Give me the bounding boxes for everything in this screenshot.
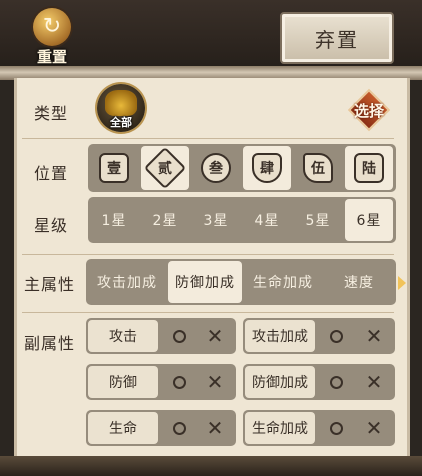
include-option[interactable] — [317, 412, 355, 444]
exclude-option[interactable]: ✕ — [196, 366, 234, 398]
main-attr-option-attack[interactable]: 攻击加成 — [88, 261, 166, 303]
include-option[interactable] — [317, 320, 355, 352]
exclude-option[interactable]: ✕ — [355, 320, 393, 352]
star-option-2[interactable]: 2星 — [141, 199, 189, 241]
sub-attr-name: 生命加成 — [245, 412, 315, 444]
sub-attr-row-right: 防御加成 ✕ — [243, 364, 395, 400]
sub-attr-row-left: 生命 ✕ — [86, 410, 236, 446]
exclude-option[interactable]: ✕ — [196, 412, 234, 444]
star-option-6[interactable]: 6星 — [345, 199, 393, 241]
stars-group: 1星 2星 3星 4星 5星 6星 — [88, 197, 396, 243]
divider — [22, 312, 394, 313]
position-option-6[interactable]: 陆 — [345, 146, 393, 190]
circle-icon — [172, 421, 186, 435]
sub-attr-row-right: 生命加成 ✕ — [243, 410, 395, 446]
include-option[interactable] — [160, 366, 198, 398]
sub-attr-label: 副属性 — [24, 334, 76, 353]
main-attr-option-speed[interactable]: 速度 — [324, 261, 394, 303]
position-badge-5: 伍 — [303, 153, 333, 183]
discard-button[interactable]: 弃置 — [280, 12, 394, 64]
star-option-1[interactable]: 1星 — [90, 199, 138, 241]
cross-icon: ✕ — [206, 416, 224, 440]
type-current-label: 全部 — [110, 116, 132, 129]
select-label: 选择 — [353, 101, 384, 120]
include-option[interactable] — [160, 412, 198, 444]
shikigami-icon — [105, 90, 137, 116]
sub-attr-name: 攻击 — [88, 320, 158, 352]
position-group: 壹 贰 叁 肆 伍 陆 — [88, 144, 396, 192]
star-option-3[interactable]: 3星 — [192, 199, 240, 241]
circle-icon — [172, 329, 186, 343]
cross-icon: ✕ — [365, 416, 383, 440]
exclude-option[interactable]: ✕ — [355, 412, 393, 444]
divider — [22, 254, 394, 255]
cross-icon: ✕ — [365, 370, 383, 394]
circle-icon — [329, 375, 343, 389]
reset-label: 重置 — [36, 48, 67, 66]
sub-attr-row-left: 防御 ✕ — [86, 364, 236, 400]
include-option[interactable] — [317, 366, 355, 398]
type-label: 类型 — [34, 104, 69, 123]
position-label: 位置 — [34, 164, 69, 183]
position-option-5[interactable]: 伍 — [294, 146, 342, 190]
position-badge-3: 叁 — [201, 153, 231, 183]
exclude-option[interactable]: ✕ — [196, 320, 234, 352]
position-option-2[interactable]: 贰 — [141, 146, 189, 190]
divider — [22, 138, 394, 139]
position-badge-6: 陆 — [354, 153, 384, 183]
main-attr-option-defense[interactable]: 防御加成 — [168, 261, 242, 303]
refresh-icon: ↻ — [33, 8, 71, 46]
bottom-edge — [0, 456, 422, 476]
cross-icon: ✕ — [206, 324, 224, 348]
star-option-5[interactable]: 5星 — [294, 199, 342, 241]
circle-icon — [329, 329, 343, 343]
sub-attr-name: 生命 — [88, 412, 158, 444]
position-badge-2: 贰 — [143, 146, 187, 190]
position-option-3[interactable]: 叁 — [192, 146, 240, 190]
stars-label: 星级 — [34, 216, 69, 235]
sub-attr-row-left: 攻击 ✕ — [86, 318, 236, 354]
type-all-button[interactable]: 全部 — [97, 84, 145, 132]
sub-attr-name: 防御加成 — [245, 366, 315, 398]
circle-icon — [329, 421, 343, 435]
sub-attr-row-right: 攻击加成 ✕ — [243, 318, 395, 354]
select-button[interactable]: 选择 — [347, 88, 391, 132]
star-option-4[interactable]: 4星 — [243, 199, 291, 241]
exclude-option[interactable]: ✕ — [355, 366, 393, 398]
main-attr-label: 主属性 — [24, 275, 76, 294]
main-attr-option-hp[interactable]: 生命加成 — [244, 261, 322, 303]
circle-icon — [172, 375, 186, 389]
cross-icon: ✕ — [206, 370, 224, 394]
position-option-1[interactable]: 壹 — [90, 146, 138, 190]
reset-button[interactable]: ↻ 重置 — [26, 6, 84, 68]
sub-attr-name: 攻击加成 — [245, 320, 315, 352]
main-attr-group: 攻击加成 防御加成 生命加成 速度 — [86, 259, 396, 305]
position-badge-1: 壹 — [99, 153, 129, 183]
sub-attr-name: 防御 — [88, 366, 158, 398]
include-option[interactable] — [160, 320, 198, 352]
scroll-right-icon[interactable] — [398, 276, 406, 290]
cross-icon: ✕ — [365, 324, 383, 348]
position-badge-4: 肆 — [252, 153, 282, 183]
position-option-4[interactable]: 肆 — [243, 146, 291, 190]
